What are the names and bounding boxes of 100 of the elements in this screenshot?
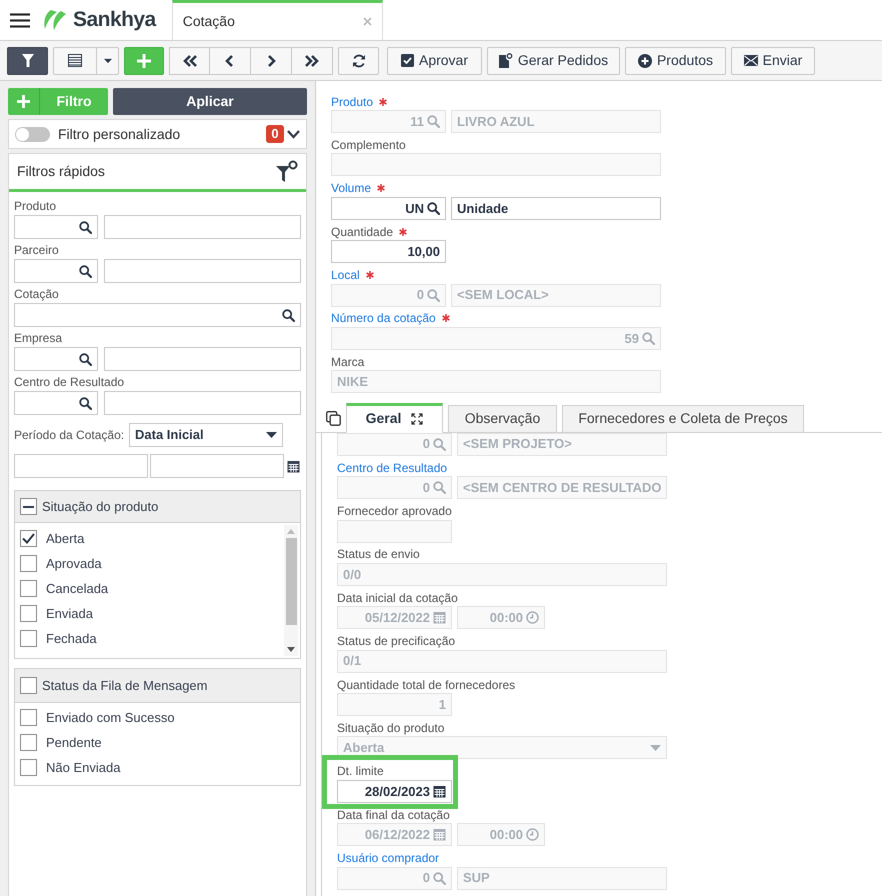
envelope-icon bbox=[744, 55, 758, 66]
description-field[interactable] bbox=[104, 347, 301, 371]
field-label: Quantidade bbox=[331, 224, 394, 241]
code-field[interactable] bbox=[14, 347, 98, 371]
field-label: Parceiro bbox=[14, 242, 60, 259]
checkbox[interactable] bbox=[20, 709, 37, 726]
double-chevron-left-icon bbox=[182, 54, 196, 66]
copy-icon bbox=[326, 410, 341, 426]
search-icon bbox=[79, 264, 92, 278]
date-field[interactable] bbox=[14, 454, 148, 478]
apply-button[interactable]: Aplicar bbox=[113, 88, 307, 115]
clock-icon bbox=[526, 828, 539, 842]
field-label: Quantidade total de fornecedores bbox=[337, 676, 516, 694]
action-button[interactable]: Gerar Pedidos bbox=[487, 46, 620, 74]
option-label: Cancelada bbox=[46, 580, 108, 598]
field-label: Status de envio bbox=[337, 546, 420, 564]
scroll-up-icon[interactable] bbox=[287, 529, 295, 534]
refresh-icon bbox=[352, 54, 366, 68]
field-label: Centro de Resultado bbox=[14, 374, 126, 391]
calendar-icon bbox=[433, 611, 446, 624]
option-label: Aprovada bbox=[46, 554, 102, 573]
filter-button[interactable] bbox=[7, 46, 48, 74]
field-label: Cotação bbox=[14, 286, 60, 303]
field-label: Situação do produto bbox=[337, 720, 444, 737]
previous-button[interactable] bbox=[210, 46, 251, 74]
caret-icon bbox=[266, 432, 277, 438]
checkbox[interactable] bbox=[20, 530, 37, 547]
date-field[interactable]: 28/02/2023 bbox=[337, 780, 452, 803]
filter-label: Filtro personalizado bbox=[58, 124, 180, 144]
checkbox[interactable] bbox=[20, 630, 37, 647]
checkbox[interactable] bbox=[20, 555, 37, 572]
group-title: Situação do produto bbox=[42, 498, 158, 516]
add-button[interactable] bbox=[124, 46, 164, 74]
search-icon bbox=[427, 115, 440, 128]
action-button[interactable]: Enviar bbox=[731, 46, 815, 74]
document-icon bbox=[498, 53, 513, 68]
search-field[interactable] bbox=[14, 303, 301, 327]
field-label: Empresa bbox=[14, 330, 64, 347]
field-label: Produto bbox=[14, 198, 58, 215]
dropdown-button[interactable] bbox=[97, 46, 119, 74]
add-filter-button[interactable]: Filtro bbox=[8, 88, 108, 115]
option-label: Enviado com Sucesso bbox=[46, 708, 175, 727]
plus-icon bbox=[137, 54, 151, 68]
clock-icon bbox=[526, 611, 539, 624]
action-button[interactable]: Produtos bbox=[625, 46, 726, 74]
expand-icon bbox=[411, 412, 424, 425]
refresh-button[interactable] bbox=[338, 46, 379, 74]
option-label: Fechada bbox=[46, 630, 97, 648]
plus-circle-icon bbox=[638, 54, 652, 68]
checkbox[interactable] bbox=[20, 580, 37, 597]
code-field[interactable]: UN bbox=[331, 196, 446, 220]
search-icon bbox=[433, 872, 446, 885]
last-button[interactable] bbox=[292, 46, 333, 74]
calendar-icon bbox=[287, 460, 300, 472]
count-badge: 0 bbox=[266, 125, 284, 143]
calendar-icon bbox=[433, 784, 446, 798]
menu-icon bbox=[10, 12, 30, 28]
plus-icon bbox=[17, 95, 30, 108]
checkbox[interactable] bbox=[20, 677, 37, 694]
description-field[interactable] bbox=[104, 391, 301, 415]
calendar-icon bbox=[433, 828, 446, 842]
double-chevron-right-icon bbox=[305, 54, 319, 66]
option-label: Pendente bbox=[46, 734, 102, 752]
option-label: Não Enviada bbox=[46, 758, 120, 777]
tab[interactable]: Geral bbox=[346, 402, 443, 433]
code-field[interactable] bbox=[14, 391, 98, 415]
next-button[interactable] bbox=[251, 46, 292, 74]
option-label: Enviada bbox=[46, 604, 93, 623]
checkbox[interactable] bbox=[20, 498, 37, 515]
number-field[interactable]: 10,00 bbox=[331, 240, 446, 264]
code-field[interactable] bbox=[14, 215, 98, 239]
group-title: Status da Fila de Mensagem bbox=[42, 676, 208, 695]
action-button[interactable]: Aprovar bbox=[387, 46, 482, 74]
filter-icon bbox=[22, 54, 34, 67]
tab[interactable]: Observação bbox=[448, 404, 557, 432]
checkbox-icon bbox=[400, 54, 414, 67]
field-label: Dt. limite bbox=[337, 763, 384, 780]
description-field[interactable] bbox=[104, 215, 301, 239]
tab[interactable]: Fornecedores e Coleta de Preços bbox=[562, 404, 804, 432]
grid-view-button[interactable] bbox=[53, 46, 97, 74]
field-link[interactable]: Volume bbox=[331, 179, 372, 198]
first-button[interactable] bbox=[169, 46, 210, 74]
description-field[interactable] bbox=[104, 259, 301, 283]
check-icon bbox=[22, 533, 35, 544]
date-field[interactable] bbox=[150, 454, 284, 478]
scroll-down-icon[interactable] bbox=[287, 647, 295, 652]
brand-name: Sankhya bbox=[73, 7, 156, 34]
field-label: Status de precificação bbox=[337, 633, 456, 650]
option-label: Aberta bbox=[46, 530, 84, 548]
field-label: Período da Cotação: bbox=[14, 426, 126, 444]
scrollbar[interactable] bbox=[284, 525, 298, 656]
checkbox[interactable] bbox=[20, 605, 37, 622]
checkbox[interactable] bbox=[20, 734, 37, 751]
search-icon bbox=[427, 288, 440, 302]
search-icon bbox=[642, 332, 655, 345]
description-field[interactable]: Unidade bbox=[451, 196, 661, 220]
checkbox[interactable] bbox=[20, 759, 37, 776]
code-field[interactable] bbox=[14, 259, 98, 283]
select-field[interactable]: Data Inicial bbox=[129, 422, 283, 446]
toggle-switch[interactable] bbox=[15, 126, 50, 142]
